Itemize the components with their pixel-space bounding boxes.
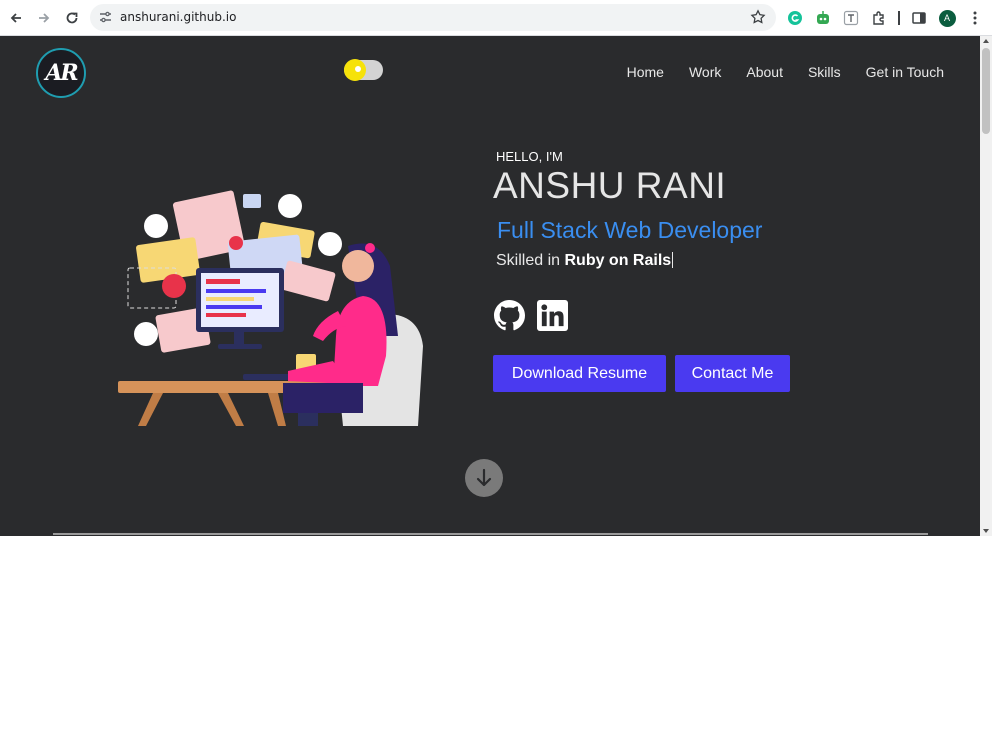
hero-role: Full Stack Web Developer bbox=[497, 217, 763, 243]
bookmark-star-icon[interactable] bbox=[750, 9, 766, 30]
robot-extension-icon[interactable] bbox=[814, 9, 832, 27]
profile-avatar[interactable]: A bbox=[938, 9, 956, 27]
skill-prefix: Skilled in bbox=[496, 252, 561, 269]
linkedin-icon[interactable] bbox=[537, 300, 568, 331]
theme-toggle[interactable] bbox=[344, 59, 383, 81]
typing-cursor bbox=[672, 252, 674, 268]
hero-section: AR Home Work About Skills Get in Touch H… bbox=[0, 36, 980, 536]
skill-value: Ruby on Rails bbox=[564, 252, 672, 269]
site-info-icon[interactable] bbox=[99, 11, 112, 29]
main-nav: Home Work About Skills Get in Touch bbox=[627, 64, 944, 80]
contact-me-button[interactable]: Contact Me bbox=[675, 355, 790, 392]
nav-get-in-touch[interactable]: Get in Touch bbox=[866, 64, 944, 80]
moon-icon bbox=[355, 66, 361, 72]
scroll-down-arrow-icon[interactable] bbox=[983, 529, 989, 533]
page-scrollbar[interactable] bbox=[980, 36, 992, 536]
profile-initial: A bbox=[938, 9, 956, 27]
scroll-up-arrow-icon[interactable] bbox=[983, 39, 989, 43]
toolbar-separator bbox=[898, 11, 900, 25]
grammarly-extension-icon[interactable] bbox=[786, 9, 804, 27]
nav-about[interactable]: About bbox=[746, 64, 783, 80]
address-bar[interactable]: anshurani.github.io bbox=[90, 4, 776, 31]
browser-toolbar: anshurani.github.io A bbox=[0, 0, 992, 36]
developer-illustration bbox=[118, 190, 423, 426]
nav-work[interactable]: Work bbox=[689, 64, 721, 80]
arrow-down-icon bbox=[476, 468, 492, 487]
nav-home[interactable]: Home bbox=[627, 64, 664, 80]
site-logo[interactable]: AR bbox=[36, 48, 86, 98]
menu-kebab-icon[interactable] bbox=[966, 9, 984, 27]
scroll-down-button[interactable] bbox=[465, 459, 503, 497]
hero-greeting: HELLO, I'M bbox=[496, 149, 563, 164]
social-links bbox=[494, 300, 568, 331]
section-divider bbox=[53, 533, 928, 535]
hero-name: ANSHU RANI bbox=[493, 165, 727, 206]
hero-skill-line: Skilled in Ruby on Rails bbox=[496, 252, 674, 270]
nav-skills[interactable]: Skills bbox=[808, 64, 841, 80]
scrollbar-thumb[interactable] bbox=[982, 48, 990, 134]
text-extension-icon[interactable] bbox=[842, 9, 860, 27]
download-resume-button[interactable]: Download Resume bbox=[493, 355, 666, 392]
url-text: anshurani.github.io bbox=[120, 10, 237, 24]
side-panel-icon[interactable] bbox=[910, 9, 928, 27]
extensions-puzzle-icon[interactable] bbox=[870, 9, 888, 27]
github-icon[interactable] bbox=[494, 300, 525, 331]
forward-icon[interactable] bbox=[34, 8, 54, 28]
reload-icon[interactable] bbox=[62, 8, 82, 28]
back-icon[interactable] bbox=[6, 8, 26, 28]
theme-toggle-knob bbox=[344, 59, 366, 81]
